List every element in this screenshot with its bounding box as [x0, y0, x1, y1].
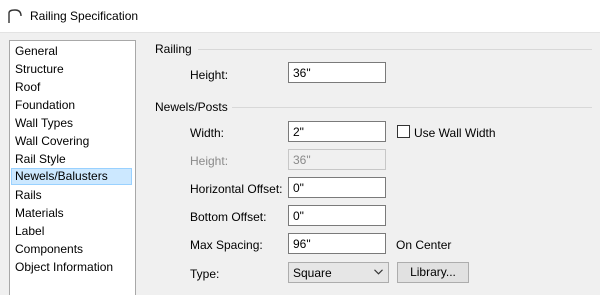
horizontal-offset-input[interactable]: 0"	[288, 177, 386, 198]
nav-item-newels-balusters[interactable]: Newels/Balusters	[11, 168, 132, 185]
railing-height-input[interactable]: 36"	[288, 62, 386, 83]
bottom-offset-input[interactable]: 0"	[288, 205, 386, 226]
railing-arc-icon	[8, 9, 22, 23]
nav-item-components[interactable]: Components	[11, 241, 83, 258]
nav-item-roof[interactable]: Roof	[11, 79, 40, 96]
type-select[interactable]: Square	[288, 262, 389, 283]
use-wall-width-label[interactable]: Use Wall Width	[414, 126, 496, 140]
nav-item-wall-covering[interactable]: Wall Covering	[11, 133, 89, 150]
max-spacing-label: Max Spacing:	[190, 238, 263, 252]
nav-item-foundation[interactable]: Foundation	[11, 97, 75, 114]
railing-height-label: Height:	[190, 68, 229, 82]
type-select-value: Square	[293, 266, 332, 280]
nav-item-label[interactable]: Label	[11, 223, 44, 240]
category-list[interactable]: General Structure Roof Foundation Wall T…	[9, 40, 136, 295]
newels-separator	[232, 107, 592, 108]
nav-item-object-information[interactable]: Object Information	[11, 259, 113, 276]
nav-item-materials[interactable]: Materials	[11, 205, 64, 222]
title-bar: Railing Specification	[0, 0, 600, 33]
newel-height-input: 36"	[288, 149, 386, 170]
newel-width-input[interactable]: 2"	[288, 121, 386, 142]
horizontal-offset-label: Horizontal Offset:	[190, 182, 283, 196]
bottom-offset-label: Bottom Offset:	[190, 210, 267, 224]
nav-item-rails[interactable]: Rails	[11, 187, 42, 204]
railing-separator	[198, 49, 592, 50]
use-wall-width-checkbox[interactable]	[397, 125, 410, 138]
library-button[interactable]: Library...	[397, 262, 469, 283]
nav-item-rail-style[interactable]: Rail Style	[11, 151, 66, 168]
newel-height-label: Height:	[190, 154, 229, 168]
nav-item-wall-types[interactable]: Wall Types	[11, 115, 73, 132]
on-center-label: On Center	[396, 238, 452, 252]
newels-section-label: Newels/Posts	[155, 100, 228, 114]
nav-item-structure[interactable]: Structure	[11, 61, 64, 78]
chevron-down-icon	[374, 269, 383, 275]
type-label: Type:	[190, 267, 220, 281]
newel-width-label: Width:	[190, 126, 225, 140]
nav-item-general[interactable]: General	[11, 43, 58, 60]
window-title: Railing Specification	[30, 9, 139, 23]
max-spacing-input[interactable]: 96"	[288, 233, 386, 254]
railing-section-label: Railing	[155, 42, 192, 56]
